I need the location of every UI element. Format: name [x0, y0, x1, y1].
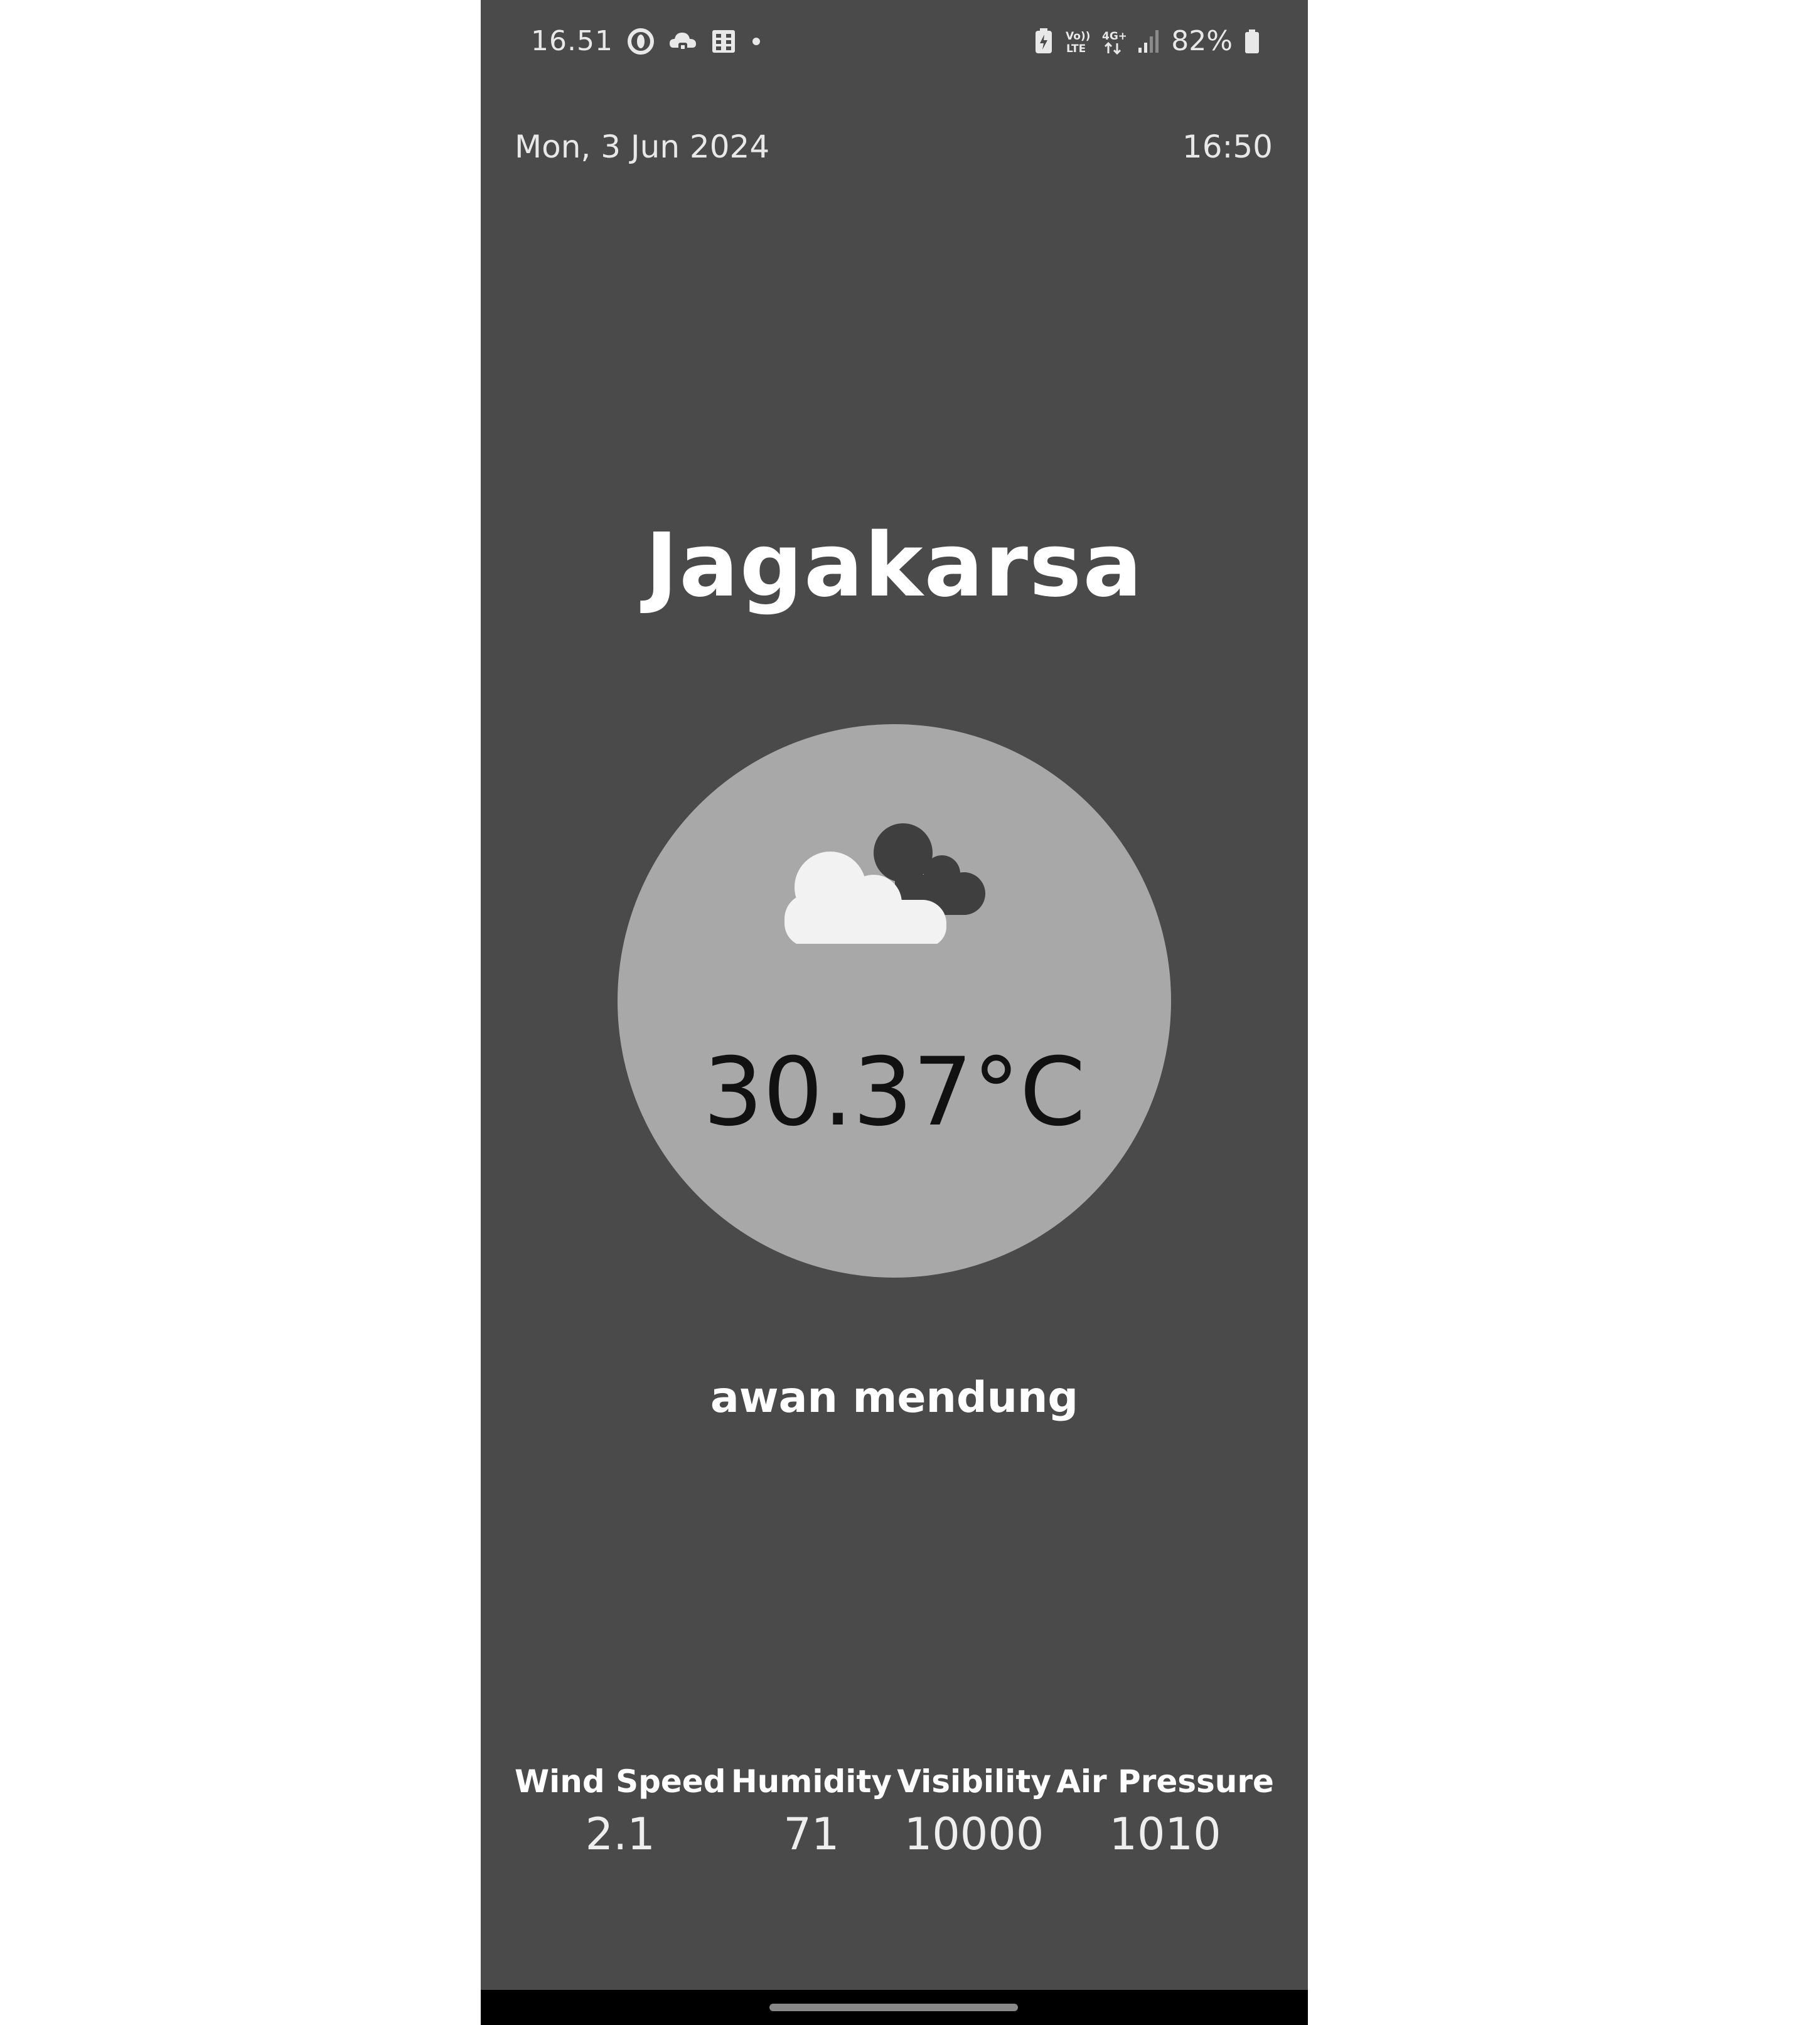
weather-circle: 30.37°C — [618, 724, 1171, 1278]
svg-text:Vo)): Vo)) — [1066, 30, 1089, 43]
battery-saver-icon — [1034, 28, 1053, 55]
stat-label: Wind Speed — [515, 1763, 726, 1800]
status-bar: 16.51 Vo)) LTE 4G+ 82% — [481, 19, 1308, 70]
stat-label: Visibility — [897, 1763, 1051, 1800]
battery-icon — [1244, 28, 1260, 55]
navigation-bar — [481, 1990, 1308, 2025]
stat-wind-speed: Wind Speed 2.1 — [515, 1763, 726, 1860]
date-time-row: Mon, 3 Jun 2024 16:50 — [515, 129, 1273, 165]
stat-humidity: Humidity 71 — [731, 1763, 892, 1860]
home-indicator[interactable] — [769, 2004, 1018, 2011]
volte-icon: Vo)) LTE — [1064, 28, 1089, 55]
stat-visibility: Visibility 10000 — [897, 1763, 1051, 1860]
weather-description: awan mendung — [710, 1373, 1079, 1423]
stat-air-pressure: Air Pressure 1010 — [1056, 1763, 1274, 1860]
opera-icon — [627, 28, 655, 55]
stat-label: Air Pressure — [1056, 1763, 1274, 1800]
battery-percentage: 82% — [1171, 25, 1233, 57]
current-time: 16:50 — [1182, 129, 1273, 165]
current-date: Mon, 3 Jun 2024 — [515, 129, 770, 165]
status-time: 16.51 — [531, 25, 613, 57]
status-bar-right: Vo)) LTE 4G+ 82% — [1034, 25, 1260, 57]
cloudy-icon — [782, 806, 989, 947]
stat-value: 1010 — [1109, 1809, 1221, 1860]
signal-icon — [1137, 29, 1160, 54]
status-bar-left: 16.51 — [531, 25, 763, 57]
svg-text:LTE: LTE — [1066, 43, 1086, 55]
dot-icon — [750, 35, 763, 48]
grid-app-icon — [711, 29, 736, 54]
phone-screen: 16.51 Vo)) LTE 4G+ 82% Mon, 3 Jun 2024 1… — [481, 0, 1308, 2025]
weather-stats: Wind Speed 2.1 Humidity 71 Visibility 10… — [515, 1763, 1274, 1860]
4g-data-icon: 4G+ — [1101, 28, 1126, 55]
stat-value: 71 — [783, 1809, 840, 1860]
stat-label: Humidity — [731, 1763, 892, 1800]
stat-value: 2.1 — [585, 1809, 655, 1860]
cloud-game-icon — [668, 29, 697, 54]
city-name: Jagakarsa — [645, 515, 1143, 617]
stat-value: 10000 — [904, 1809, 1044, 1860]
temperature: 30.37°C — [703, 1038, 1086, 1147]
svg-text:4G+: 4G+ — [1102, 30, 1126, 43]
